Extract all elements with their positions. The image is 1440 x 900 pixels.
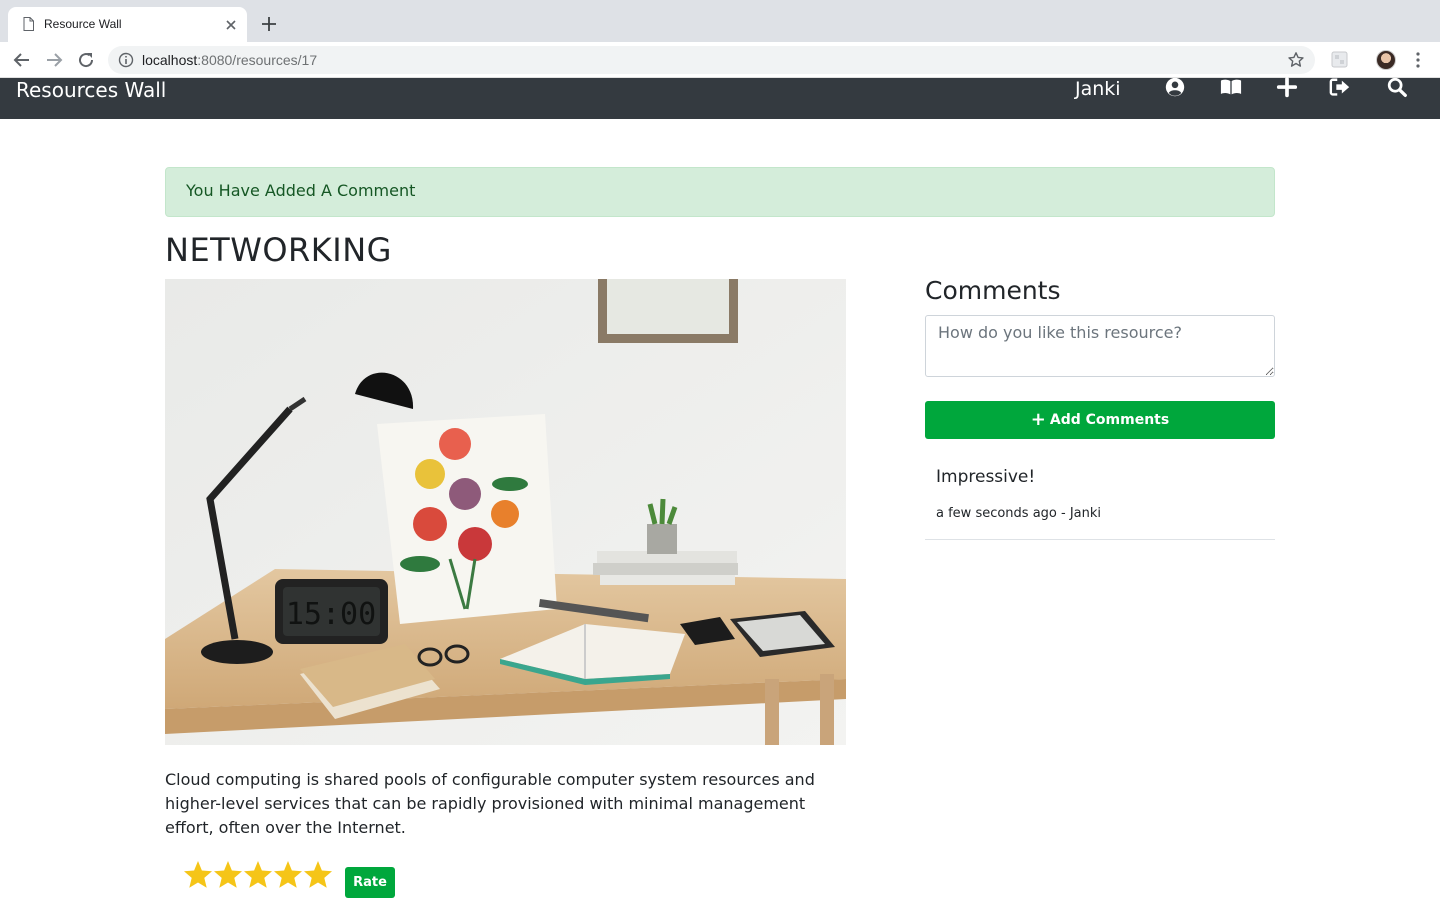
profile-avatar[interactable] [1376,50,1396,70]
sign-out-icon[interactable] [1328,77,1352,99]
alert-message: You Have Added A Comment [186,181,416,200]
rate-button[interactable]: Rate [345,867,395,898]
resource-description: Cloud computing is shared pools of confi… [165,770,815,837]
star-icon[interactable] [273,859,303,891]
bookmark-star-icon[interactable] [1287,51,1305,69]
comments-heading: Comments [925,276,1061,305]
app-navbar: Resources Wall Janki [0,77,1440,119]
resource-title: NETWORKING [165,231,392,269]
star-icon[interactable] [243,859,273,891]
close-icon[interactable] [223,17,239,33]
brand-link[interactable]: Resources Wall [16,78,166,102]
star-icon[interactable] [213,859,243,891]
extension-icon[interactable] [1331,51,1348,68]
user-circle-icon[interactable] [1163,77,1187,99]
plus-icon[interactable] [1275,77,1299,99]
document-icon [23,17,34,31]
new-tab-icon[interactable] [260,15,278,33]
comment-meta: a few seconds ago - Janki [936,506,1102,521]
browser-tab[interactable]: Resource Wall [8,7,247,42]
address-bar[interactable]: localhost:8080/resources/17 [108,46,1315,74]
star-icon[interactable] [183,859,213,891]
star-rating[interactable] [183,859,333,891]
username-link[interactable]: Janki [1075,77,1121,101]
add-comment-button[interactable]: + Add Comments [925,401,1275,439]
reload-icon[interactable] [77,51,95,69]
url-text: localhost:8080/resources/17 [142,52,318,68]
comment-item: Impressive! a few seconds ago - Janki [925,455,1275,540]
star-icon[interactable] [303,859,333,891]
comment-input[interactable] [925,315,1275,377]
plus-icon: + [1030,409,1046,430]
add-comment-label: Add Comments [1049,412,1170,428]
svg-text:15:00: 15:00 [286,597,376,632]
info-icon[interactable] [118,52,134,68]
browser-toolbar: localhost:8080/resources/17 [0,42,1440,78]
forward-arrow-icon[interactable] [45,51,63,69]
browser-tabbar: Resource Wall [0,0,1440,42]
success-alert: You Have Added A Comment [165,167,1275,217]
book-open-icon[interactable] [1219,77,1243,99]
search-icon[interactable] [1385,77,1409,99]
tab-title: Resource Wall [44,17,122,31]
comment-text: Impressive! [936,467,1036,487]
back-arrow-icon[interactable] [13,51,31,69]
kebab-menu-icon[interactable] [1414,51,1422,69]
resource-image: 15:00 [165,279,846,745]
